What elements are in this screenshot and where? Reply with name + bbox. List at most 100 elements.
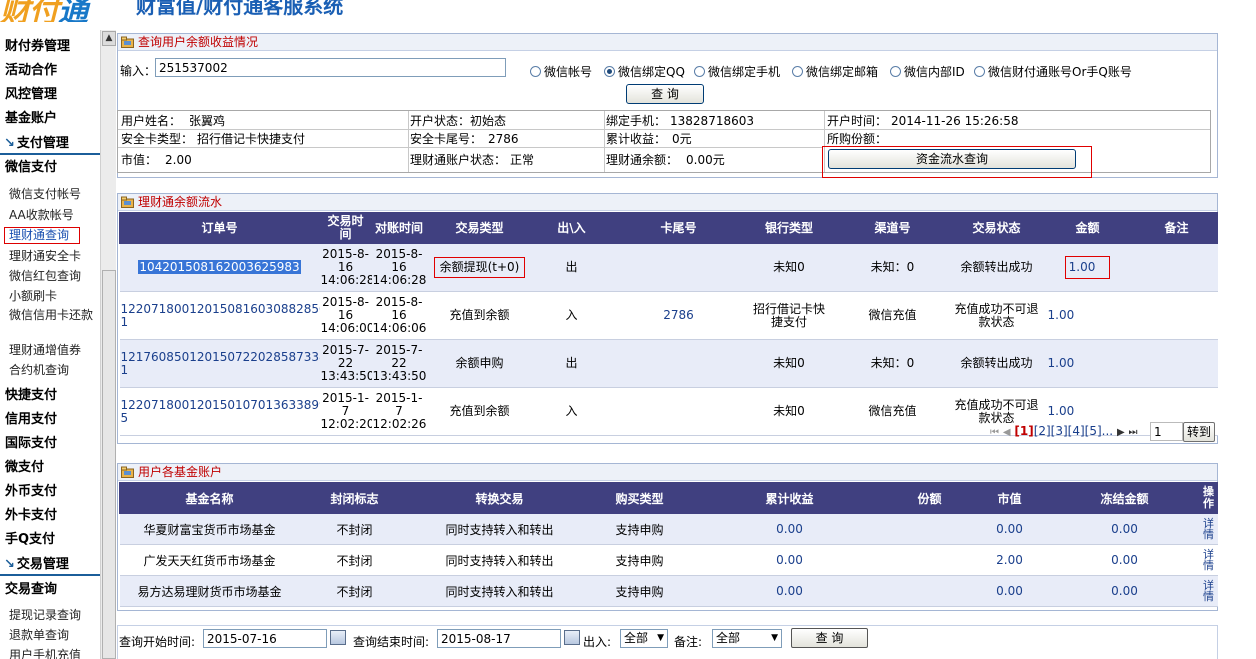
order-no-cell[interactable]: 122071800120150107013633899​5 [119,387,320,436]
query-button[interactable]: 查 询 [626,84,704,104]
calendar-icon[interactable] [330,630,346,645]
sidebar-item-withdraw-query[interactable]: 提现记录查询 [9,607,100,623]
remark-select[interactable]: 全部 ▼ [712,629,782,648]
scroll-up-arrow-icon[interactable]: ▲ [102,31,116,46]
go-page-button[interactable]: 转到 [1183,422,1215,442]
closed-flag-cell: 不封闭 [299,513,410,545]
radio-dot-selected[interactable] [604,66,615,77]
sidebar-item-foreign-card[interactable]: 外卡支付 [5,508,100,524]
order-no-cell[interactable]: 104201508162003625983 [119,243,320,292]
chevron-down-icon: ▼ [657,633,664,643]
radio-weixin-phone[interactable]: 微信绑定手机 [694,63,780,80]
radio-weixin-email[interactable]: 微信绑定邮箱 [792,63,878,80]
card-tail-field: 安全卡尾号： 2786 [410,132,519,146]
page-links[interactable]: [2][3][4][5]... [1034,424,1113,438]
order-no-cell[interactable]: 122071800120150816030882850​1 [119,291,320,340]
radio-weixin-qq[interactable]: 微信绑定QQ [604,63,685,80]
closed-flag-cell: 不封闭 [299,544,410,576]
sidebar-item-weixin-pay[interactable]: 微信支付 [5,160,100,176]
sidebar-item-coupon[interactable]: 财付券管理 [5,39,100,55]
table-row[interactable]: 104201508162003625983 2015-8-16 14:06:28… [119,243,1218,292]
start-time-input[interactable] [203,629,327,648]
trade-status-cell: 余额转出成功 [953,243,1040,292]
radio-dot[interactable] [974,66,985,77]
sidebar-item-micro-pay[interactable]: 微支付 [5,460,100,476]
order-no-cell[interactable]: 121760850120150722028587338​1 [119,339,320,388]
in-out-cell: 出 [532,339,611,388]
detail-link[interactable]: 详情 [1199,575,1218,607]
fund-flow-query-button[interactable]: 资金流水查询 [828,149,1076,169]
sidebar-item-red-packet[interactable]: 微信红包查询 [9,268,100,284]
bank-type-cell: 未知0 [746,339,832,388]
sidebar-section-trade[interactable]: ↘ 交易管理 [0,556,100,576]
trade-time-cell: 2015-7-22 13:43:50 [319,339,372,388]
col-trade-status: 交易状态 [953,212,1040,244]
fund-name-cell: 广发天天红货币市场基金 [119,544,300,576]
col-remark: 备注 [1135,212,1218,244]
sidebar-item-fund-account[interactable]: 基金账户 [5,111,100,127]
sidebar-item-weixin-account[interactable]: 微信支付帐号 [9,186,100,202]
table-row[interactable]: 121760850120150722028587338​1 2015-7-22 … [119,339,1218,388]
sidebar-item-quick-pay[interactable]: 快捷支付 [5,388,100,404]
card-tail-cell [610,243,747,292]
sidebar-item-foreign-pay[interactable]: 外币支付 [5,484,100,500]
buy-type-cell: 支持申购 [589,513,690,545]
radio-dot[interactable] [694,66,705,77]
sidebar-item-contract[interactable]: 合约机查询 [9,362,100,378]
radio-dot[interactable] [890,66,901,77]
col-operation: 操作 [1199,482,1218,514]
sidebar-item-mobileq-pay[interactable]: 手Q支付 [5,532,100,548]
table-row[interactable]: 122071800120150816030882850​1 2015-8-16 … [119,291,1218,340]
sidebar-item-activity[interactable]: 活动合作 [5,63,100,79]
arrow-icon: ↘ [4,136,15,151]
sidebar-item-small-card[interactable]: 小额刷卡 [9,288,100,304]
sidebar-item-intl-pay[interactable]: 国际支付 [5,436,100,452]
sidebar-item-credit-repay[interactable]: 微信信用卡还款 [9,308,95,323]
current-page[interactable]: [1] [1014,424,1033,438]
scroll-thumb[interactable] [102,270,116,659]
detail-link[interactable]: 详情 [1199,513,1218,545]
radio-tenpay-account[interactable]: 微信财付通账号Or手Q账号 [974,63,1132,80]
sidebar-item-trade-query[interactable]: 交易查询 [5,582,100,598]
account-input[interactable] [155,58,506,77]
last-page-icon[interactable]: ⏭ [1128,427,1137,438]
radio-weixin-account[interactable]: 微信帐号 [530,63,592,80]
arrow-icon: ↘ [4,557,15,572]
prev-page-icon[interactable]: ◀ [1003,427,1011,438]
first-page-icon[interactable]: ⏮ [990,427,999,438]
frozen-cell: 0.00 [1049,513,1200,545]
radio-weixin-internal-id[interactable]: 微信内部ID [890,63,965,80]
in-out-select[interactable]: 全部 ▼ [620,629,668,648]
end-time-input[interactable] [437,629,561,648]
share-field: 所购份额： [827,132,888,146]
sidebar-scrollbar[interactable]: ▲ [100,30,116,659]
page-number-input[interactable] [1150,422,1183,441]
market-value-cell: 0.00 [969,513,1050,545]
channel-cell: 未知：0 [831,243,954,292]
radio-dot[interactable] [792,66,803,77]
remark-cell [1135,243,1218,292]
detail-link[interactable]: 详情 [1199,544,1218,576]
calendar-icon[interactable] [564,630,580,645]
sidebar-item-aa[interactable]: AA收款帐号 [9,207,100,223]
col-amount: 金额 [1039,212,1136,244]
market-value-field: 市值： 2.00 [121,153,192,167]
sidebar-item-phone-recharge[interactable]: 用户手机充值 [9,647,100,659]
radio-dot[interactable] [530,66,541,77]
sidebar-item-licaitong-query[interactable]: 理财通查询 [4,227,80,244]
bank-type-cell: 未知0 [746,243,832,292]
sidebar-section-payment[interactable]: ↘ 支付管理 [0,135,100,155]
grid-line [118,129,1210,130]
sidebar-item-credit-pay[interactable]: 信用支付 [5,412,100,428]
sidebar-item-risk[interactable]: 风控管理 [5,87,100,103]
income-cell: 0.00 [689,575,890,607]
col-trade-time: 交易时间 [319,212,372,244]
balance-field: 理财通余额： 0.00元 [606,153,725,167]
next-page-icon[interactable]: ▶ [1117,427,1125,438]
system-title: 财富值/财付通客服系统 [136,0,344,18]
folder-icon [121,196,134,208]
sidebar-item-voucher[interactable]: 理财通增值券 [9,342,100,358]
bottom-query-button[interactable]: 查 询 [791,628,868,648]
sidebar-item-refund-query[interactable]: 退款单查询 [9,627,100,643]
sidebar-item-safe-card[interactable]: 理财通安全卡 [9,248,100,264]
